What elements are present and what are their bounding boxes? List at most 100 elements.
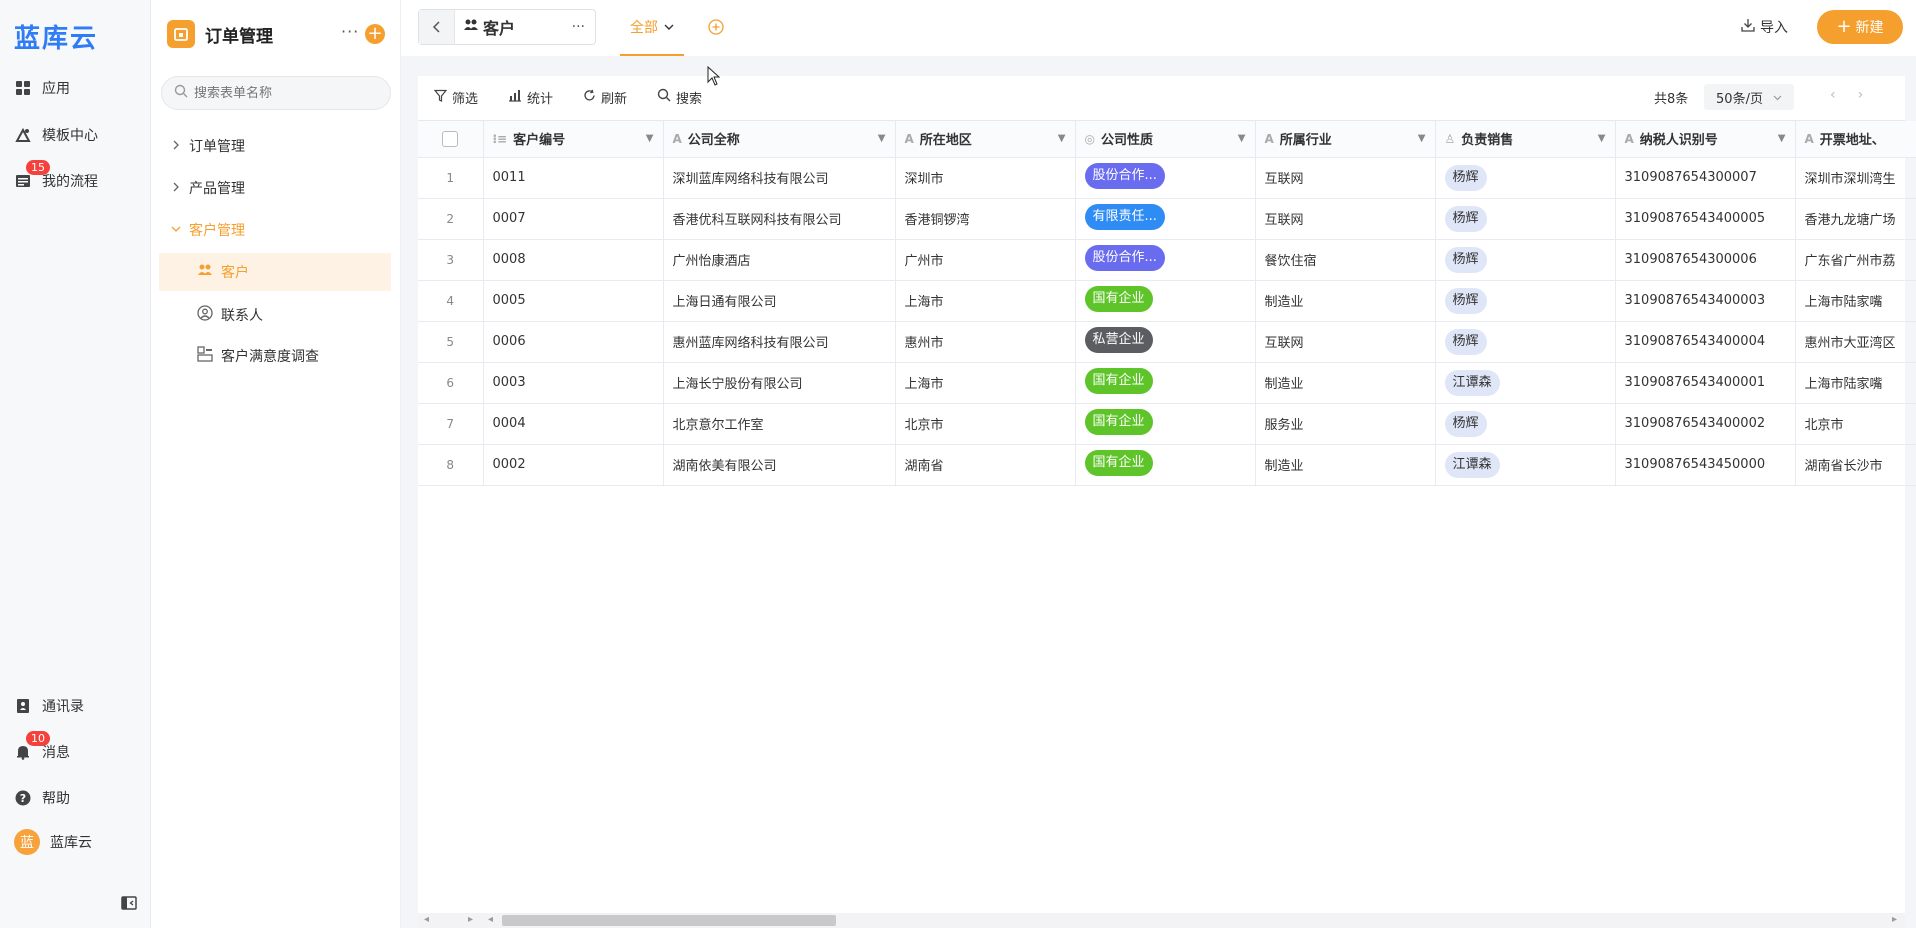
row-index-cell[interactable]: 6 (418, 362, 484, 404)
prev-page-icon[interactable]: ‹ (1830, 87, 1836, 103)
tax-id-cell[interactable]: 3109087654300006 (1615, 239, 1796, 281)
address-cell[interactable]: 湖南省长沙市 (1795, 444, 1916, 486)
industry-cell[interactable]: 互联网 (1255, 321, 1436, 363)
sales-cell[interactable]: 杨辉 (1435, 403, 1616, 445)
scroll-right-icon[interactable]: ▸ (1892, 914, 1897, 925)
new-record-button[interactable]: + 新建 (1817, 10, 1903, 44)
row-index-cell[interactable]: 8 (418, 444, 484, 486)
tree-item-customers[interactable]: 客户管理 (171, 220, 245, 240)
rail-item-templates[interactable]: 模板中心 (14, 123, 98, 147)
back-icon[interactable] (419, 10, 455, 44)
row-index-cell[interactable]: 4 (418, 280, 484, 322)
code-cell[interactable]: 0002 (483, 444, 664, 486)
select-all-cell[interactable] (418, 121, 484, 158)
rail-item-help[interactable]: ? 帮助 (14, 786, 70, 810)
sub-item-survey[interactable]: 客户满意度调查 (159, 337, 391, 375)
address-cell[interactable]: 上海市陆家嘴 (1795, 362, 1916, 404)
company-cell[interactable]: 上海日通有限公司 (663, 280, 896, 322)
column-header[interactable]: ◎ 公司性质 ▼ (1075, 121, 1256, 158)
row-index-cell[interactable]: 5 (418, 321, 484, 363)
nature-cell[interactable]: 国有企业 (1075, 444, 1256, 486)
tree-item-orders[interactable]: 订单管理 (171, 136, 245, 156)
code-cell[interactable]: 0005 (483, 280, 664, 322)
sort-caret-icon[interactable]: ▼ (1598, 133, 1606, 144)
tax-id-cell[interactable]: 31090876543400005 (1615, 198, 1796, 240)
sales-cell[interactable]: 江谭森 (1435, 444, 1616, 486)
rail-item-messages[interactable]: 10 消息 (14, 731, 70, 764)
column-header[interactable]: A 公司全称 ▼ (663, 121, 896, 158)
sub-item-customer[interactable]: 客户 (159, 253, 391, 291)
add-tab-icon[interactable] (707, 18, 725, 36)
company-cell[interactable]: 广州怡康酒店 (663, 239, 896, 281)
sort-caret-icon[interactable]: ▼ (646, 133, 654, 144)
view-selector[interactable]: 客户 ··· (418, 9, 596, 45)
rail-item-contacts[interactable]: 通讯录 (14, 694, 84, 718)
address-cell[interactable]: 香港九龙塘广场 (1795, 198, 1916, 240)
form-search[interactable] (161, 76, 391, 110)
tax-id-cell[interactable]: 31090876543400004 (1615, 321, 1796, 363)
industry-cell[interactable]: 制造业 (1255, 362, 1436, 404)
nature-cell[interactable]: 股份合作... (1075, 239, 1256, 281)
scroll-thumb[interactable] (502, 915, 836, 926)
scroll-left-icon[interactable]: ◂ (488, 914, 493, 925)
next-page-icon[interactable]: › (1858, 87, 1864, 103)
sales-cell[interactable]: 杨辉 (1435, 280, 1616, 322)
code-cell[interactable]: 0007 (483, 198, 664, 240)
nature-cell[interactable]: 国有企业 (1075, 403, 1256, 445)
sales-cell[interactable]: 杨辉 (1435, 321, 1616, 363)
industry-cell[interactable]: 餐饮住宿 (1255, 239, 1436, 281)
sales-cell[interactable]: 杨辉 (1435, 157, 1616, 199)
sort-caret-icon[interactable]: ▼ (878, 133, 886, 144)
nature-cell[interactable]: 国有企业 (1075, 362, 1256, 404)
table-row[interactable]: 7 0004 北京意尔工作室 北京市 国有企业 服务业 杨辉 3109087654340000… (418, 403, 1916, 445)
region-cell[interactable]: 惠州市 (895, 321, 1076, 363)
table-row[interactable]: 1 0011 深圳蓝库网络科技有限公司 深圳市 股份合作... 互联网 杨辉 31090876… (418, 157, 1916, 199)
collapse-sidebar-icon[interactable] (121, 895, 137, 911)
table-row[interactable]: 8 0002 湖南依美有限公司 湖南省 国有企业 制造业 江谭森 31090876543450… (418, 444, 1916, 486)
column-header[interactable]: A 纳税人识别号 ▼ (1615, 121, 1796, 158)
scroll-right-icon[interactable]: ▸ (468, 914, 473, 925)
row-index-cell[interactable]: 7 (418, 403, 484, 445)
import-button[interactable]: 导入 (1741, 17, 1788, 37)
company-cell[interactable]: 深圳蓝库网络科技有限公司 (663, 157, 896, 199)
address-cell[interactable]: 广东省广州市荔 (1795, 239, 1916, 281)
address-cell[interactable]: 北京市 (1795, 403, 1916, 445)
tree-item-products[interactable]: 产品管理 (171, 178, 245, 198)
sort-caret-icon[interactable]: ▼ (1238, 133, 1246, 144)
filter-button[interactable]: 筛选 (433, 88, 478, 107)
region-cell[interactable]: 香港铜锣湾 (895, 198, 1076, 240)
table-row[interactable]: 6 0003 上海长宁股份有限公司 上海市 国有企业 制造业 江谭森 310908765434… (418, 362, 1916, 404)
sub-item-contact[interactable]: 联系人 (159, 296, 391, 334)
more-icon[interactable]: ··· (572, 19, 585, 35)
search-input[interactable] (194, 85, 374, 101)
tax-id-cell[interactable]: 31090876543400003 (1615, 280, 1796, 322)
column-header[interactable]: ♙ 负责销售 ▼ (1435, 121, 1616, 158)
row-index-cell[interactable]: 2 (418, 198, 484, 240)
table-row[interactable]: 4 0005 上海日通有限公司 上海市 国有企业 制造业 杨辉 310908765434000… (418, 280, 1916, 322)
tax-id-cell[interactable]: 31090876543450000 (1615, 444, 1796, 486)
column-header[interactable]: A 所属行业 ▼ (1255, 121, 1436, 158)
brand-logo[interactable]: 蓝库云 (14, 18, 98, 55)
search-button[interactable]: 搜索 (657, 88, 702, 107)
column-header[interactable]: A 开票地址、 (1795, 121, 1916, 158)
table-row[interactable]: 3 0008 广州怡康酒店 广州市 股份合作... 餐饮住宿 杨辉 3109087654300… (418, 239, 1916, 281)
industry-cell[interactable]: 制造业 (1255, 280, 1436, 322)
sort-caret-icon[interactable]: ▼ (1418, 133, 1426, 144)
row-index-cell[interactable]: 1 (418, 157, 484, 199)
region-cell[interactable]: 深圳市 (895, 157, 1076, 199)
tax-id-cell[interactable]: 3109087654300007 (1615, 157, 1796, 199)
table-row[interactable]: 5 0006 惠州蓝库网络科技有限公司 惠州市 私营企业 互联网 杨辉 31090876543… (418, 321, 1916, 363)
sales-cell[interactable]: 杨辉 (1435, 198, 1616, 240)
code-cell[interactable]: 0006 (483, 321, 664, 363)
address-cell[interactable]: 深圳市深圳湾生 (1795, 157, 1916, 199)
industry-cell[interactable]: 制造业 (1255, 444, 1436, 486)
nature-cell[interactable]: 私营企业 (1075, 321, 1256, 363)
column-header[interactable]: A 所在地区 ▼ (895, 121, 1076, 158)
address-cell[interactable]: 上海市陆家嘴 (1795, 280, 1916, 322)
nature-cell[interactable]: 国有企业 (1075, 280, 1256, 322)
row-index-cell[interactable]: 3 (418, 239, 484, 281)
scroll-left-icon[interactable]: ◂ (424, 914, 429, 925)
company-cell[interactable]: 惠州蓝库网络科技有限公司 (663, 321, 896, 363)
table-row[interactable]: 2 0007 香港优科互联网科技有限公司 香港铜锣湾 有限责任... 互联网 杨辉 31090… (418, 198, 1916, 240)
add-form-button[interactable]: + (365, 24, 385, 44)
